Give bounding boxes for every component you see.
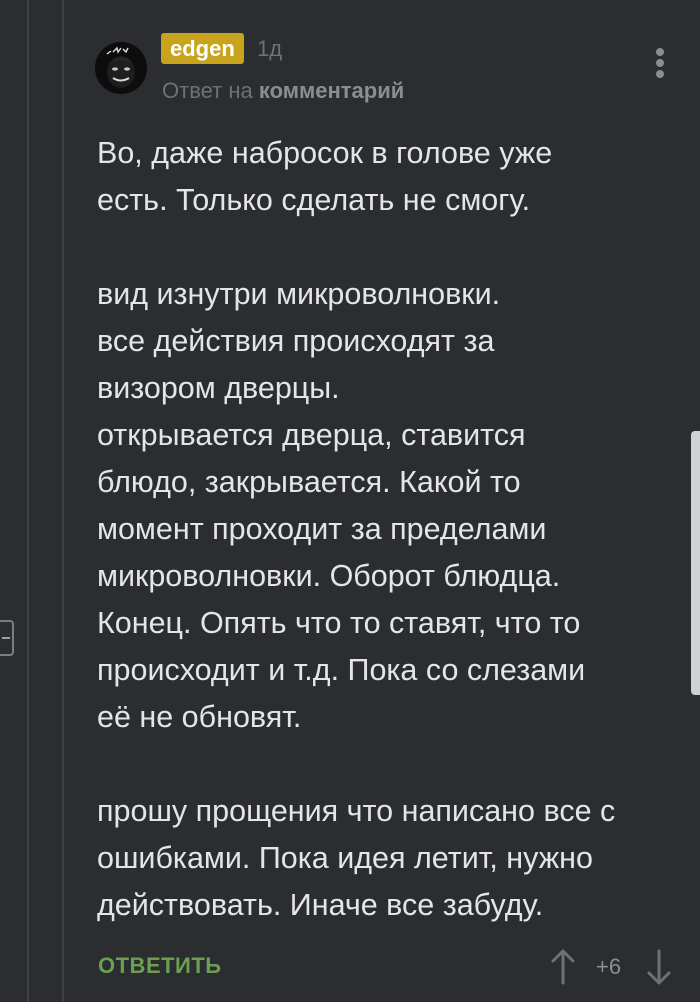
comment-time: 1д [257, 36, 283, 61]
username-badge[interactable]: edgen [161, 33, 244, 64]
comment-line: Конец. Опять что то ставят, что то [97, 606, 581, 640]
reply-to-line: Ответ на комментарий [162, 77, 404, 105]
comment-line: действовать. Иначе все забуду. [97, 888, 544, 922]
avatar[interactable] [95, 42, 147, 94]
comment-line: открывается дверца, ставится [97, 418, 526, 452]
comment-page: edgen 1д Ответ на комментарий Во, даже н… [0, 0, 700, 1002]
comment-line: визором дверцы. [97, 371, 340, 405]
thread-line [62, 0, 64, 1002]
reply-to-link[interactable]: комментарий [259, 78, 404, 103]
comment-text: Во, даже набросок в голове уже есть. Тол… [97, 130, 682, 929]
comment-line: Во, даже набросок в голове уже [97, 136, 553, 170]
comment-line: её не обновят. [97, 700, 302, 734]
scrollbar[interactable] [691, 431, 700, 695]
more-vertical-icon[interactable] [651, 48, 669, 82]
comment-line: момент проходит за пределами [97, 512, 547, 546]
thread-line [27, 0, 29, 1002]
comment-line: есть. Только сделать не смогу. [97, 183, 531, 217]
comment-line: вид изнутри микроволновки. [97, 277, 501, 311]
comment-line: прошу прощения что написано все с [97, 794, 616, 828]
arrow-up-icon[interactable] [549, 947, 577, 987]
comment-line: ошибками. Пока идея летит, нужно [97, 841, 593, 875]
collapse-thread-icon[interactable] [0, 620, 14, 656]
arrow-down-icon[interactable] [645, 947, 673, 987]
comment-line: блюдо, закрывается. Какой то [97, 465, 521, 499]
rating-count: +6 [596, 954, 622, 979]
reply-button[interactable]: ОТВЕТИТЬ [98, 952, 222, 980]
reply-to-prefix: Ответ на [162, 78, 253, 103]
comment-line: все действия происходят за [97, 324, 495, 358]
comment-line: происходит и т.д. Пока со слезами [97, 653, 586, 687]
comment-line: микроволновки. Оборот блюдца. [97, 559, 561, 593]
